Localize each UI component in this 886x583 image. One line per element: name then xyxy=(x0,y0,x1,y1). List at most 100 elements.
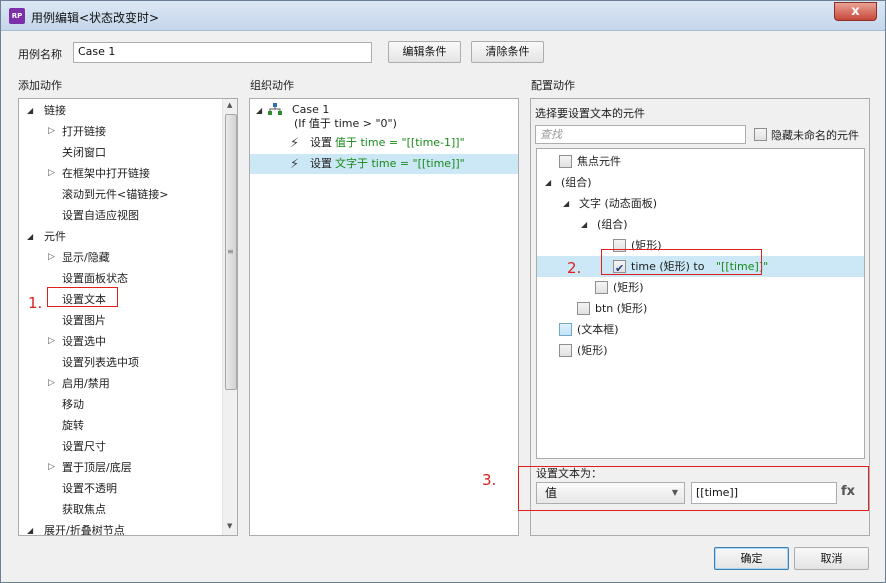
configure-actions-header: 配置动作 xyxy=(531,79,575,92)
expand-closed-arrow-icon[interactable]: ▷ xyxy=(48,457,55,478)
clear-conditions-button[interactable]: 清除条件 xyxy=(471,41,544,63)
add-action-label: 启用/禁用 xyxy=(62,377,110,390)
select-widget-label: 选择要设置文本的元件 xyxy=(535,107,645,120)
add-action-label: 显示/隐藏 xyxy=(62,251,110,264)
widget-tree-item[interactable]: 焦点元件 xyxy=(537,151,864,172)
widget-tree-item[interactable]: ◢ (组合) xyxy=(537,214,864,235)
widget-tree-item[interactable]: (矩形) xyxy=(537,340,864,361)
expand-open-arrow-icon[interactable]: ◢ xyxy=(545,172,551,193)
add-action-item[interactable]: ◢ 元件 xyxy=(19,226,219,247)
case-tree-icon xyxy=(268,103,282,115)
widget-tree-label: (组合) xyxy=(597,218,628,231)
widget-checkbox[interactable] xyxy=(577,302,590,315)
scroll-down-arrow-icon[interactable]: ▼ xyxy=(227,522,232,530)
add-action-label: 关闭窗口 xyxy=(62,146,106,159)
annotation-number-1: 1. xyxy=(28,294,43,312)
lightning-bolt-icon: ⚡ xyxy=(290,136,300,151)
window-title: 用例编辑<状态改变时> xyxy=(31,11,160,25)
widget-tree-item[interactable]: ◢ (组合) xyxy=(537,172,864,193)
add-action-label: 移动 xyxy=(62,398,84,411)
expand-closed-arrow-icon[interactable]: ▷ xyxy=(48,121,55,142)
widget-checkbox[interactable] xyxy=(559,155,572,168)
case-condition: (If 值于 time > "0") xyxy=(294,117,397,130)
add-action-item[interactable]: 设置面板状态 xyxy=(19,268,219,289)
expand-open-arrow-icon[interactable]: ◢ xyxy=(27,100,33,121)
hide-unnamed-label: 隐藏未命名的元件 xyxy=(771,129,859,142)
organize-actions-panel[interactable]: ◢ Case 1 (If 值于 time > "0") ⚡ 设置 值于 time =… xyxy=(249,98,519,536)
expand-closed-arrow-icon[interactable]: ▷ xyxy=(48,373,55,394)
annotation-number-3: 3. xyxy=(482,471,497,489)
annotation-box-3 xyxy=(518,466,869,511)
widget-tree-item[interactable]: btn (矩形) xyxy=(537,298,864,319)
add-action-item[interactable]: ◢ 展开/折叠树节点 xyxy=(19,520,219,536)
widget-search-input[interactable]: 查找 xyxy=(535,125,746,144)
add-action-item[interactable]: 移动 xyxy=(19,394,219,415)
add-action-item[interactable]: 滚动到元件<锚链接> xyxy=(19,184,219,205)
expand-open-arrow-icon[interactable]: ◢ xyxy=(563,193,569,214)
widget-tree-label: (组合) xyxy=(561,176,592,189)
edit-conditions-button[interactable]: 编辑条件 xyxy=(388,41,461,63)
add-action-item[interactable]: ▷ 在框架中打开链接 xyxy=(19,163,219,184)
annotation-box-2 xyxy=(601,249,762,275)
add-actions-tree[interactable]: ◢ 链接 ▷ 打开链接关闭窗口 ▷ 在框架中打开链接滚动到元件<锚链接> 设置自适应视图 ◢ 元… xyxy=(18,98,238,536)
hide-unnamed-checkbox[interactable] xyxy=(754,128,767,141)
add-action-item[interactable]: 关闭窗口 xyxy=(19,142,219,163)
add-actions-scrollbar[interactable]: ▲ ≡ ▼ xyxy=(222,99,237,535)
add-action-item[interactable]: ▷ 设置选中 xyxy=(19,331,219,352)
organize-actions-header: 组织动作 xyxy=(250,79,294,92)
widget-tree-item[interactable]: (文本框) xyxy=(537,319,864,340)
action-detail: 值于 time = "[[time-1]]" xyxy=(335,136,465,149)
action-verb: 设置 xyxy=(310,136,332,149)
expand-closed-arrow-icon[interactable]: ▷ xyxy=(48,247,55,268)
case-name-input[interactable]: Case 1 xyxy=(73,42,372,63)
add-action-item[interactable]: 获取焦点 xyxy=(19,499,219,520)
scroll-up-arrow-icon[interactable]: ▲ xyxy=(227,101,232,109)
expand-open-arrow-icon[interactable]: ◢ xyxy=(581,214,587,235)
widget-tree-label: (矩形) xyxy=(577,344,608,357)
expand-closed-arrow-icon[interactable]: ▷ xyxy=(48,163,55,184)
action-item[interactable]: ⚡ 设置 文字于 time = "[[time]]" xyxy=(250,154,518,174)
widget-checkbox[interactable] xyxy=(559,323,572,336)
close-button[interactable]: x xyxy=(834,2,877,21)
expand-closed-arrow-icon[interactable]: ▷ xyxy=(48,331,55,352)
add-action-label: 置于顶层/底层 xyxy=(62,461,132,474)
add-action-label: 打开链接 xyxy=(62,125,106,138)
add-action-item[interactable]: 设置列表选中项 xyxy=(19,352,219,373)
widget-tree[interactable]: 焦点元件◢(组合)◢文字 (动态面板)◢(组合)(矩形)time (矩形) to… xyxy=(536,148,865,459)
add-action-item[interactable]: ▷ 显示/隐藏 xyxy=(19,247,219,268)
add-action-label: 滚动到元件<锚链接> xyxy=(62,188,169,201)
widget-checkbox[interactable] xyxy=(595,281,608,294)
widget-checkbox[interactable] xyxy=(559,344,572,357)
action-verb: 设置 xyxy=(310,157,332,170)
add-action-label: 设置选中 xyxy=(62,335,106,348)
expand-open-arrow-icon[interactable]: ◢ xyxy=(27,520,33,535)
add-action-label: 设置图片 xyxy=(62,314,106,327)
add-action-item[interactable]: ▷ 启用/禁用 xyxy=(19,373,219,394)
add-action-label: 链接 xyxy=(44,104,66,117)
add-action-item[interactable]: 设置自适应视图 xyxy=(19,205,219,226)
add-action-item[interactable]: 旋转 xyxy=(19,415,219,436)
add-action-label: 获取焦点 xyxy=(62,503,106,516)
title-bar[interactable]: RP 用例编辑<状态改变时> x xyxy=(1,1,885,31)
add-action-item[interactable]: ◢ 链接 xyxy=(19,100,219,121)
add-action-label: 设置面板状态 xyxy=(62,272,128,285)
case-collapse-arrow-icon[interactable]: ◢ xyxy=(256,106,262,115)
widget-tree-label: (矩形) xyxy=(613,281,644,294)
annotation-number-2: 2. xyxy=(567,259,582,277)
cancel-button[interactable]: 取消 xyxy=(794,547,869,570)
action-item[interactable]: ⚡ 设置 值于 time = "[[time-1]]" xyxy=(250,133,518,153)
ok-button[interactable]: 确定 xyxy=(714,547,789,570)
widget-tree-item[interactable]: (矩形) xyxy=(537,277,864,298)
add-action-item[interactable]: 设置尺寸 xyxy=(19,436,219,457)
widget-tree-item[interactable]: ◢ 文字 (动态面板) xyxy=(537,193,864,214)
add-action-item[interactable]: ▷ 置于顶层/底层 xyxy=(19,457,219,478)
widget-tree-label: 焦点元件 xyxy=(577,155,621,168)
action-detail: 文字于 time = "[[time]]" xyxy=(335,157,465,170)
add-action-label: 设置自适应视图 xyxy=(62,209,139,222)
add-action-item[interactable]: ▷ 打开链接 xyxy=(19,121,219,142)
add-action-item[interactable]: 设置图片 xyxy=(19,310,219,331)
widget-tree-label: (文本框) xyxy=(577,323,619,336)
expand-open-arrow-icon[interactable]: ◢ xyxy=(27,226,33,247)
add-action-item[interactable]: 设置不透明 xyxy=(19,478,219,499)
add-action-label: 展开/折叠树节点 xyxy=(44,524,125,536)
